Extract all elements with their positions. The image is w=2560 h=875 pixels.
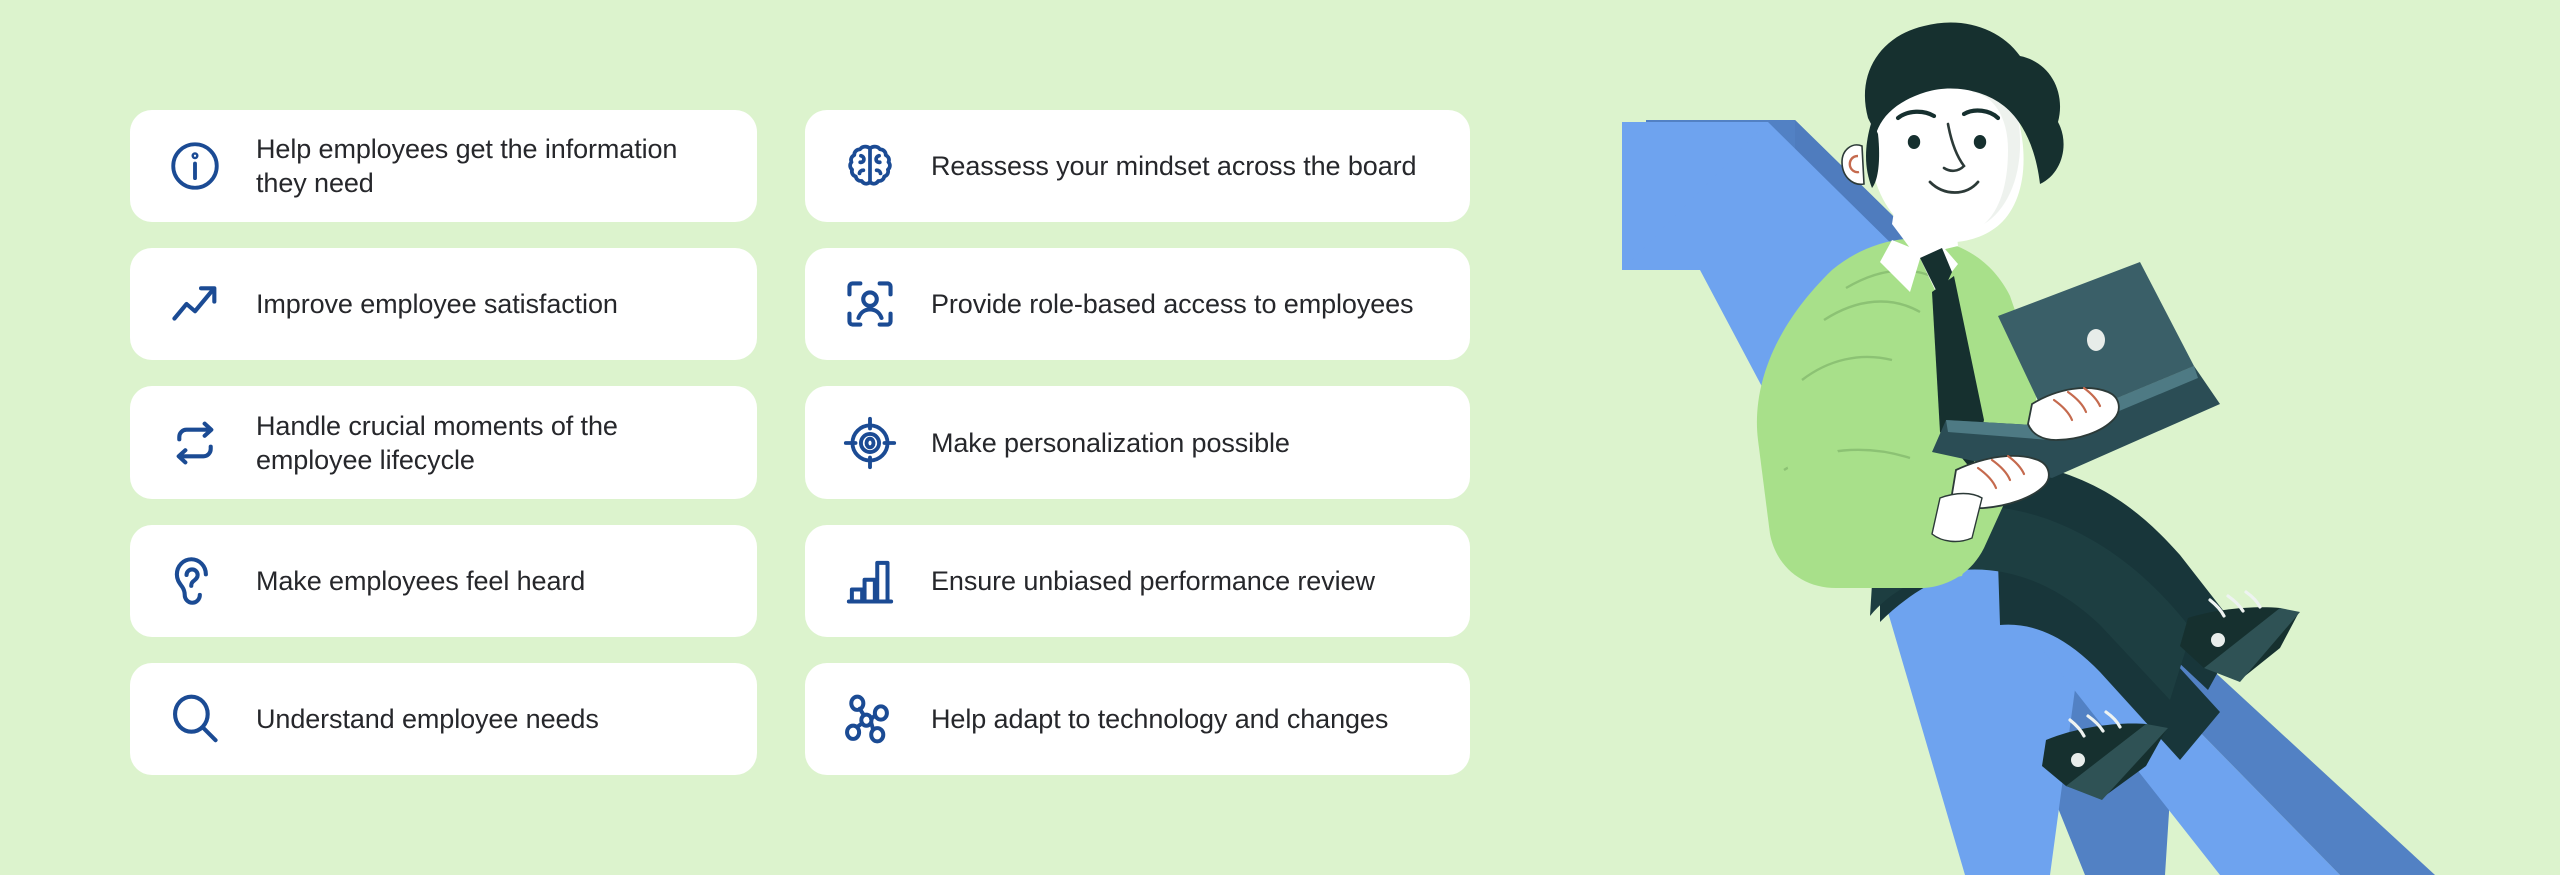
arrow-main-face bbox=[1622, 122, 2085, 875]
shoe-laces bbox=[2208, 590, 2262, 618]
shirt-back-shadow bbox=[1776, 325, 1925, 530]
arrow-head-notch bbox=[1622, 122, 1768, 270]
brain-icon bbox=[839, 135, 901, 197]
ear-listen-icon bbox=[164, 550, 226, 612]
shirt-body bbox=[1756, 238, 2037, 588]
shoe-2-sole bbox=[2066, 724, 2168, 800]
shoe-eyelet bbox=[2211, 633, 2225, 647]
upper-leg bbox=[1880, 461, 2240, 690]
left-card-column: Help employees get the information they … bbox=[130, 110, 757, 776]
card-label: Help employees get the information they … bbox=[256, 134, 678, 199]
card-make-personalization-possible[interactable]: Make personalization possible bbox=[805, 386, 1470, 499]
lower-leg-back bbox=[1998, 561, 2220, 760]
card-ensure-unbiased-performance-review[interactable]: Ensure unbiased performance review bbox=[805, 524, 1470, 637]
card-label: Provide role-based access to employees bbox=[931, 289, 1414, 320]
hand-right-fingers bbox=[2052, 386, 2102, 422]
card-label: Improve employee satisfaction bbox=[256, 289, 618, 320]
benefit-cards-grid: Help employees get the information they … bbox=[130, 110, 1470, 776]
card-reassess-your-mindset[interactable]: Reassess your mindset across the board bbox=[805, 110, 1470, 223]
shirt-fold-4 bbox=[1783, 448, 1911, 472]
card-handle-crucial-moments[interactable]: Handle crucial moments of the employee l… bbox=[130, 386, 757, 499]
eyebrow-right bbox=[1961, 108, 2001, 121]
hand-left bbox=[1951, 455, 2050, 509]
ear-inner bbox=[1848, 154, 1860, 174]
shoe-2-laces bbox=[2068, 710, 2122, 738]
neck-shadow bbox=[1898, 186, 1958, 234]
right-card-column: Reassess your mindset across the board P… bbox=[805, 110, 1470, 776]
shoe-2-eyelet bbox=[2071, 753, 2085, 767]
infographic-canvas: Help employees get the information they … bbox=[0, 0, 2560, 875]
arrow-lower-leg bbox=[1972, 470, 2340, 875]
shoe-sole bbox=[2204, 608, 2300, 682]
face-shade bbox=[1972, 79, 2021, 224]
front-arm-sleeve bbox=[1776, 412, 1978, 579]
shirt-cuff bbox=[1931, 492, 1983, 543]
collar-right bbox=[1918, 234, 1958, 292]
bar-chart-icon bbox=[839, 550, 901, 612]
sideburn bbox=[1866, 120, 1880, 188]
loop-refresh-icon bbox=[164, 412, 226, 474]
hair bbox=[1864, 22, 2064, 184]
trending-up-arrow-icon bbox=[164, 273, 226, 335]
info-circle-icon bbox=[164, 135, 226, 197]
leg-crossed-front bbox=[1870, 505, 2192, 700]
man-sitting-on-rising-arrow-illustration bbox=[1580, 0, 2560, 875]
eyebrow-left bbox=[1895, 109, 1937, 121]
card-provide-role-based-access[interactable]: Provide role-based access to employees bbox=[805, 248, 1470, 361]
card-help-employees-get-information[interactable]: Help employees get the information they … bbox=[130, 110, 757, 223]
arrow-side-shadow bbox=[1646, 120, 2180, 875]
arrow-lower-leg-shadow bbox=[2085, 615, 2435, 875]
laptop-base bbox=[1932, 366, 2220, 478]
arrow-elbow-crease bbox=[1842, 262, 1935, 325]
face bbox=[1869, 55, 2024, 243]
eye-left bbox=[1907, 135, 1921, 149]
shirt-fold-1 bbox=[1845, 269, 1937, 290]
neck bbox=[1892, 186, 1958, 256]
laptop-hinge-edge bbox=[1946, 366, 2198, 440]
magnifier-search-icon bbox=[164, 688, 226, 750]
card-label: Understand employee needs bbox=[256, 703, 599, 734]
laptop-logo bbox=[2087, 329, 2105, 351]
card-help-adapt-to-technology[interactable]: Help adapt to technology and changes bbox=[805, 662, 1470, 776]
hand-left-fingers bbox=[1976, 454, 2026, 490]
ear bbox=[1841, 144, 1865, 186]
laptop-lid bbox=[1998, 262, 2194, 426]
network-nodes-icon bbox=[839, 688, 901, 750]
person-scan-frame-icon bbox=[839, 273, 901, 335]
card-make-employees-feel-heard[interactable]: Make employees feel heard bbox=[130, 524, 757, 637]
tie-body bbox=[1932, 276, 1984, 470]
shoe-2-upper bbox=[2042, 723, 2166, 798]
card-improve-employee-satisfaction[interactable]: Improve employee satisfaction bbox=[130, 248, 757, 361]
shirt-fold-2 bbox=[1823, 300, 1921, 322]
shoe-upper bbox=[2180, 607, 2298, 680]
card-understand-employee-needs[interactable]: Understand employee needs bbox=[130, 662, 757, 776]
card-label: Help adapt to technology and changes bbox=[931, 703, 1389, 734]
hand-right bbox=[2027, 387, 2120, 441]
shirt-fold-3 bbox=[1801, 355, 1893, 381]
card-label: Reassess your mindset across the board bbox=[931, 151, 1417, 182]
arrow-head-shadow-top bbox=[1795, 120, 1946, 300]
target-crosshair-icon bbox=[839, 412, 901, 474]
card-label: Ensure unbiased performance review bbox=[931, 565, 1375, 596]
mouth bbox=[1928, 180, 1980, 194]
collar-left bbox=[1880, 240, 1922, 292]
eye-right bbox=[1973, 135, 1987, 149]
card-label: Make personalization possible bbox=[931, 427, 1290, 458]
nose bbox=[1942, 122, 1966, 173]
card-label: Handle crucial moments of the employee l… bbox=[256, 410, 618, 475]
tie-knot bbox=[1920, 248, 1952, 298]
card-label: Make employees feel heard bbox=[256, 565, 586, 596]
